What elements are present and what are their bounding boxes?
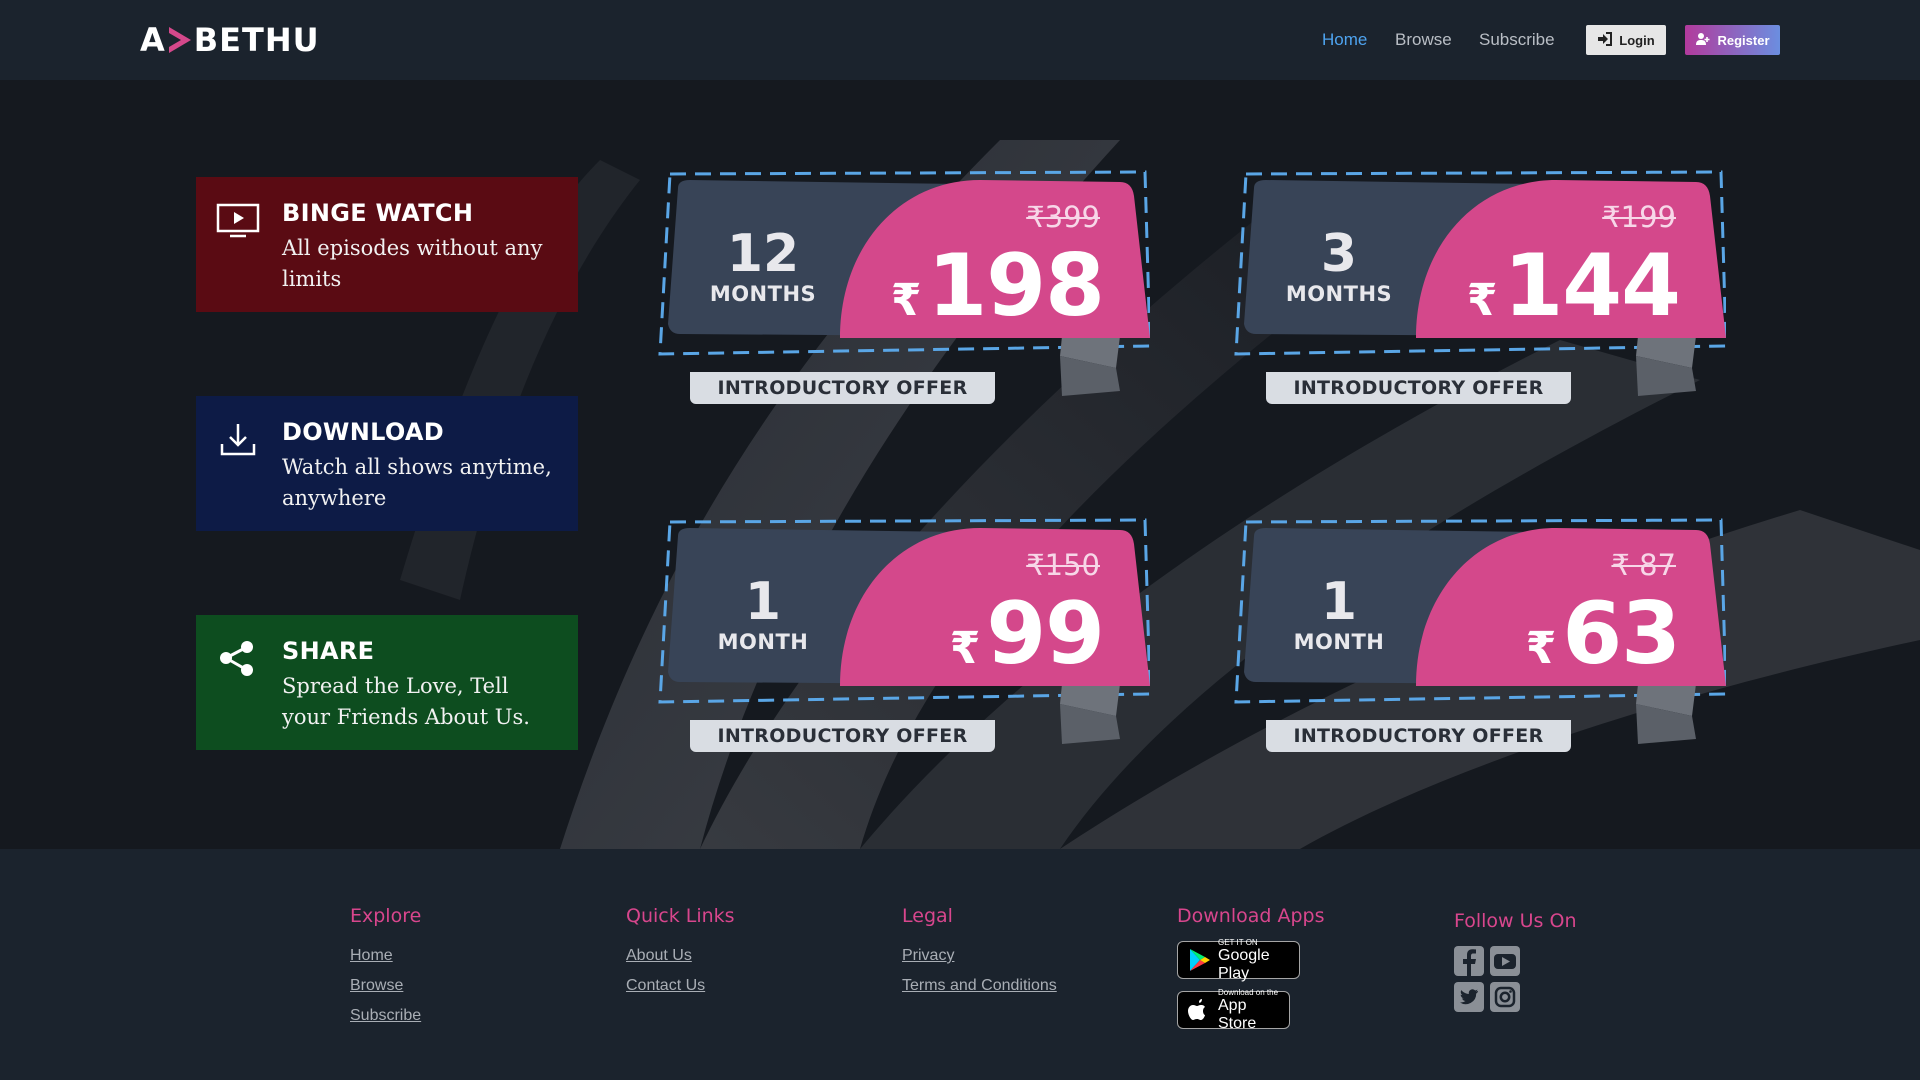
footer-download-apps: Download Apps GET IT ON Google Play Down… — [1177, 905, 1325, 1041]
plan-price-amount: 198 — [927, 236, 1105, 336]
google-play-badge[interactable]: GET IT ON Google Play — [1177, 937, 1300, 982]
plan-card-1-month-alt[interactable]: 1 MONTH ₹ 87 ₹ 63 INTRODUCTORY OFFER — [1226, 514, 1726, 784]
plan-duration-number: 1 — [744, 572, 782, 632]
top-navbar: A BETHU Home Browse Subscribe Login Regi… — [0, 0, 1920, 80]
rupee-symbol: ₹ — [1525, 623, 1557, 674]
login-label: Login — [1619, 32, 1655, 48]
plan-duration-unit: MONTH — [1293, 630, 1385, 654]
app-store-small: Download on the — [1218, 987, 1279, 997]
tv-play-icon — [216, 201, 260, 245]
feature-text: All episodes without any limits — [282, 236, 543, 291]
site-footer: Explore Home Browse Subscribe Quick Link… — [0, 849, 1920, 1080]
feature-title: BINGE WATCH — [282, 199, 474, 227]
plan-duration-unit: MONTHS — [709, 282, 817, 306]
plan-old-price: ₹ 87 — [1611, 548, 1676, 582]
plan-offer-ribbon: INTRODUCTORY OFFER — [690, 372, 995, 404]
plan-offer-ribbon: INTRODUCTORY OFFER — [1266, 720, 1571, 752]
user-plus-icon — [1695, 32, 1711, 49]
nav-subscribe[interactable]: Subscribe — [1479, 30, 1555, 50]
rupee-symbol: ₹ — [1466, 275, 1498, 326]
footer-link-subscribe[interactable]: Subscribe — [350, 1001, 421, 1031]
register-button[interactable]: Register — [1685, 25, 1780, 55]
plan-duration-unit: MONTHS — [1285, 282, 1393, 306]
youtube-icon[interactable] — [1490, 946, 1520, 976]
plan-old-price: ₹399 — [1026, 200, 1100, 234]
plan-old-price: ₹199 — [1602, 200, 1676, 234]
feature-share: SHARE Spread the Love, Tell your Friends… — [196, 615, 578, 750]
footer-link-about-us[interactable]: About Us — [626, 941, 735, 971]
plan-offer-ribbon: INTRODUCTORY OFFER — [1266, 372, 1571, 404]
plan-duration: 12 MONTHS — [688, 226, 838, 306]
plan-price-amount: 144 — [1503, 236, 1681, 336]
rupee-symbol: ₹ — [949, 623, 981, 674]
footer-explore: Explore Home Browse Subscribe — [350, 905, 421, 1031]
plan-new-price: ₹ 63 — [1525, 584, 1681, 684]
login-icon — [1597, 31, 1613, 49]
plan-duration-number: 3 — [1320, 224, 1358, 284]
feature-title: SHARE — [282, 637, 375, 665]
feature-binge-watch: BINGE WATCH All episodes without any lim… — [196, 177, 578, 312]
footer-quick-links: Quick Links About Us Contact Us — [626, 905, 735, 1001]
plan-new-price: ₹ 198 — [890, 236, 1105, 336]
rupee-symbol: ₹ — [890, 275, 922, 326]
site-logo[interactable]: A BETHU — [140, 21, 320, 59]
feature-text: Watch all shows anytime, anywhere — [282, 455, 552, 510]
feature-download: DOWNLOAD Watch all shows anytime, anywhe… — [196, 396, 578, 531]
plan-card-12-months[interactable]: 12 MONTHS ₹399 ₹ 198 INTRODUCTORY OFFER — [650, 166, 1150, 436]
footer-heading: Legal — [902, 905, 953, 927]
footer-heading: Follow Us On — [1454, 910, 1577, 932]
download-icon — [216, 420, 260, 464]
footer-heading: Download Apps — [1177, 905, 1325, 927]
feature-text: Spread the Love, Tell your Friends About… — [282, 674, 530, 729]
plan-duration-number: 1 — [1320, 572, 1358, 632]
plan-card-1-month[interactable]: 1 MONTH ₹150 ₹ 99 INTRODUCTORY OFFER — [650, 514, 1150, 784]
google-play-icon — [1186, 947, 1212, 973]
footer-link-browse[interactable]: Browse — [350, 971, 421, 1001]
plan-duration-number: 12 — [726, 224, 800, 284]
plan-new-price: ₹ 99 — [949, 584, 1105, 684]
google-play-big: Google Play — [1218, 946, 1270, 982]
nav-browse[interactable]: Browse — [1395, 30, 1452, 50]
plan-duration: 1 MONTH — [1264, 574, 1414, 654]
footer-link-terms[interactable]: Terms and Conditions — [902, 971, 1057, 1001]
footer-link-privacy[interactable]: Privacy — [902, 941, 1057, 971]
footer-legal: Legal Privacy Terms and Conditions — [902, 905, 1057, 1001]
plan-price-amount: 99 — [986, 584, 1105, 684]
social-icons — [1454, 946, 1576, 1012]
plan-duration: 1 MONTH — [688, 574, 838, 654]
twitter-icon[interactable] — [1454, 982, 1484, 1012]
plan-card-3-months[interactable]: 3 MONTHS ₹199 ₹ 144 INTRODUCTORY OFFER — [1226, 166, 1726, 436]
footer-link-home[interactable]: Home — [350, 941, 421, 971]
plan-new-price: ₹ 144 — [1466, 236, 1681, 336]
plan-duration-unit: MONTH — [717, 630, 809, 654]
login-button[interactable]: Login — [1586, 25, 1666, 55]
google-play-small: GET IT ON — [1218, 937, 1258, 947]
logo-play-mark — [167, 25, 193, 55]
app-store-big: App Store — [1218, 996, 1257, 1032]
footer-link-contact-us[interactable]: Contact Us — [626, 971, 735, 1001]
app-store-badge[interactable]: Download on the App Store — [1177, 987, 1290, 1032]
apple-icon — [1186, 997, 1212, 1023]
plan-duration: 3 MONTHS — [1264, 226, 1414, 306]
plan-offer-ribbon: INTRODUCTORY OFFER — [690, 720, 995, 752]
feature-title: DOWNLOAD — [282, 418, 444, 446]
instagram-icon[interactable] — [1490, 982, 1520, 1012]
hero-section: BINGE WATCH All episodes without any lim… — [0, 80, 1920, 849]
footer-heading: Explore — [350, 905, 422, 927]
register-label: Register — [1717, 32, 1770, 48]
nav-home[interactable]: Home — [1322, 30, 1367, 50]
plan-old-price: ₹150 — [1026, 548, 1100, 582]
facebook-icon[interactable] — [1454, 946, 1484, 976]
share-icon — [216, 639, 260, 683]
footer-heading: Quick Links — [626, 905, 735, 927]
footer-follow-us: Follow Us On — [1454, 910, 1576, 1012]
plan-price-amount: 63 — [1562, 584, 1681, 684]
